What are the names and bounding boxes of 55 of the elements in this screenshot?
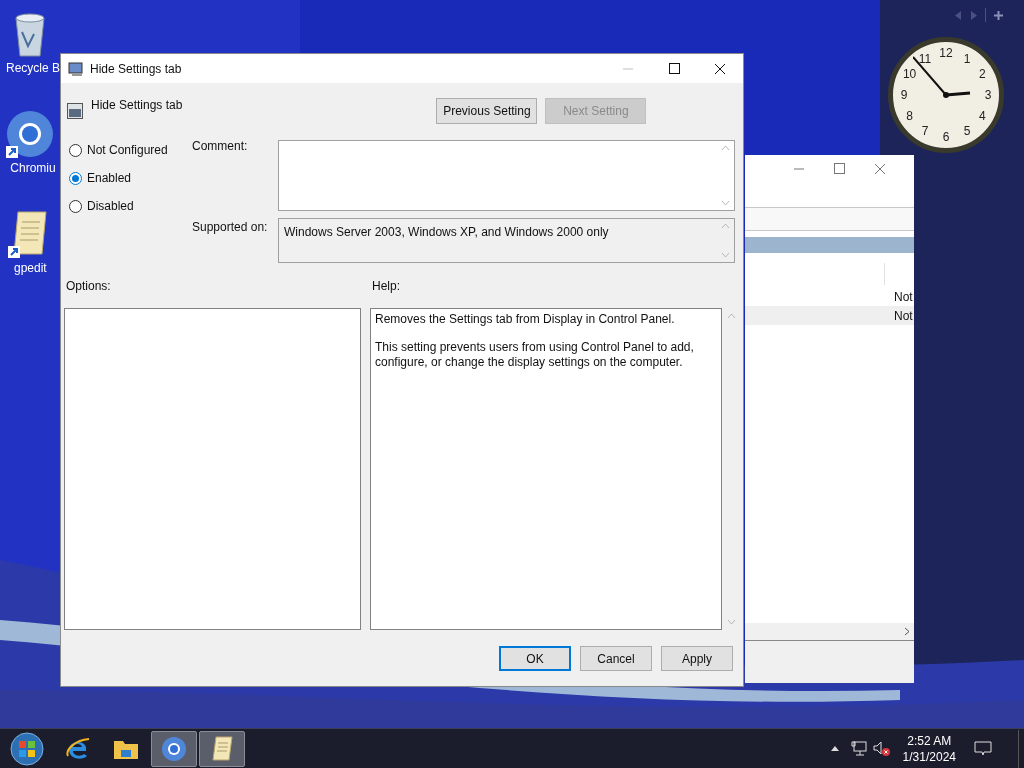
clock-numeral: 10 [902, 68, 917, 80]
add-icon[interactable] [994, 10, 1003, 20]
help-text: This setting prevents users from using Control Panel to add, configure, or change the display settings on the computer. [375, 340, 695, 370]
nav-button[interactable]: Previous Setting [436, 98, 538, 124]
clock-numeral: 2 [979, 68, 986, 80]
clock-date[interactable]: 1/31/2024 [902, 748, 956, 765]
clock-numeral: 5 [963, 125, 971, 138]
network-icon[interactable] [850, 740, 867, 757]
setting-heading: Hide Settings tab [91, 97, 183, 114]
help-text: Removes the Settings tab from Display in Control Panel. [375, 312, 676, 327]
maximize-icon[interactable] [668, 63, 680, 74]
table-cell-text: Not [894, 288, 914, 306]
volume-muted-icon[interactable] [872, 740, 891, 757]
taskbar-button[interactable] [199, 730, 245, 767]
clock-numeral: 12 [939, 47, 953, 59]
recycle-bin-icon [12, 12, 48, 58]
desktop-icon-label[interactable]: gpedit [8, 259, 47, 277]
comment-label: Comment: [192, 140, 249, 155]
table-cell-text: Not [894, 307, 914, 325]
window-title: Hide Settings tab [90, 60, 182, 78]
desktop-icon-label[interactable]: Recycle B [0, 59, 60, 77]
radio-label[interactable]: Disabled [87, 197, 134, 215]
desktop-icon-label[interactable]: Chromiu [4, 159, 56, 177]
supported-label: Supported on: [192, 219, 269, 236]
clock-numeral: 6 [942, 131, 950, 143]
chromium-icon [6, 110, 54, 158]
radio-label[interactable]: Not Configured [87, 141, 168, 159]
radio-button[interactable] [69, 199, 82, 213]
taskbar-button[interactable] [151, 730, 197, 767]
clock-time[interactable]: 2:52 AM [907, 732, 952, 749]
clock-numeral: 8 [906, 110, 913, 122]
clock-numeral: 1 [963, 52, 971, 65]
clock-numeral: 7 [921, 125, 929, 138]
supported-on-text: Windows Server 2003, Windows XP, and Windows 2000 only [284, 224, 610, 241]
help-label: Help: [372, 278, 400, 295]
clock-numeral: 3 [984, 89, 992, 101]
horizontal-scrollbar[interactable] [745, 623, 914, 640]
dialog-button[interactable]: Apply [661, 646, 733, 671]
scroll-right-icon[interactable] [904, 627, 910, 636]
script-icon [210, 735, 234, 762]
options-label: Options: [66, 278, 112, 295]
clock-numeral: 4 [979, 110, 986, 122]
radio-button[interactable] [69, 143, 82, 157]
chromium-icon [161, 735, 187, 762]
show-hidden-icons-icon[interactable] [830, 746, 839, 751]
clock-numeral: 9 [900, 89, 908, 101]
dialog-button[interactable]: OK [499, 646, 571, 671]
start-button-icon[interactable] [10, 731, 44, 766]
dialog-button[interactable]: Cancel [580, 646, 652, 671]
close-icon[interactable] [714, 62, 726, 75]
clock-numeral: 11 [918, 52, 932, 65]
internet-explorer-icon [65, 735, 91, 762]
radio-button[interactable] [69, 171, 82, 185]
notifications-icon[interactable] [974, 740, 992, 757]
radio-label[interactable]: Enabled [87, 169, 132, 187]
